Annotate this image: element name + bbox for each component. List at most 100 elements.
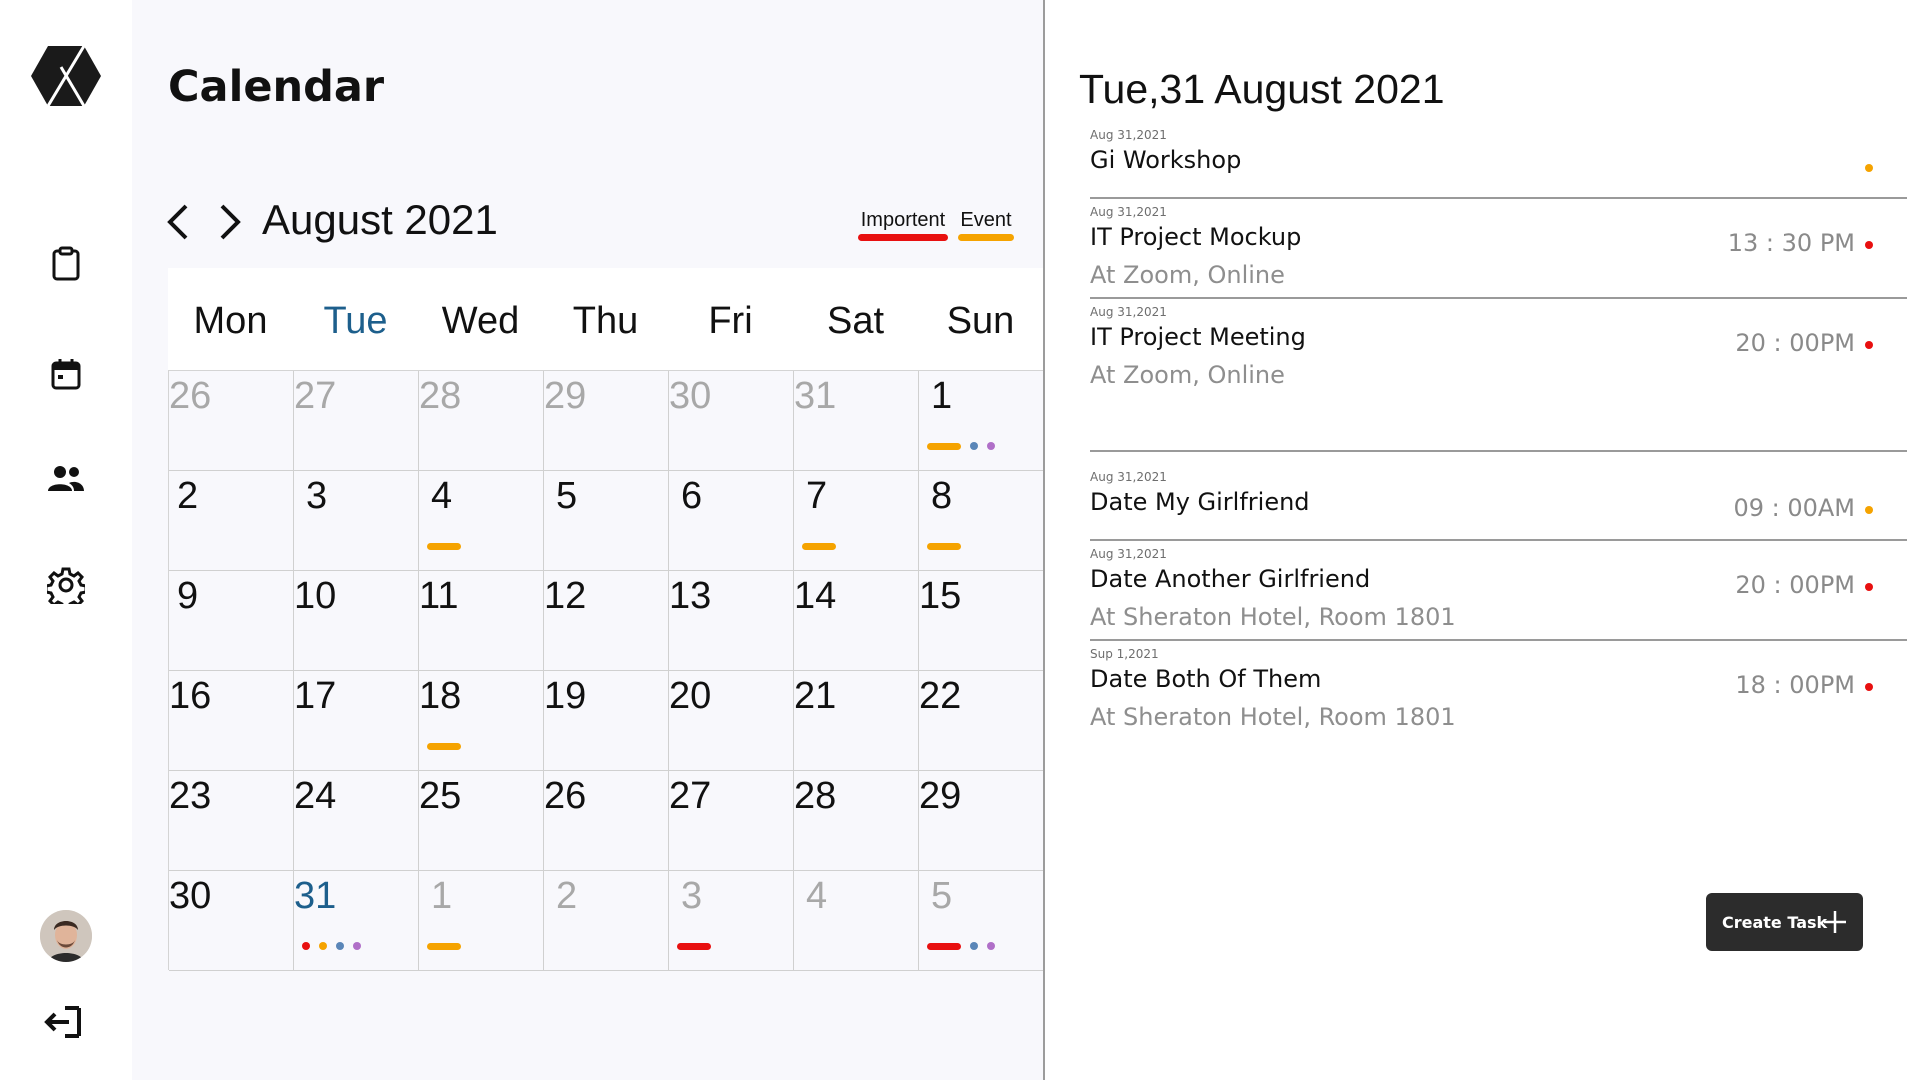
clipboard-icon[interactable] <box>46 244 86 284</box>
calendar-day-cell[interactable]: 13 <box>669 571 794 671</box>
legend-event-label: Event <box>960 209 1012 231</box>
calendar-day-cell[interactable]: 1 <box>419 871 544 971</box>
day-number: 27 <box>294 375 337 417</box>
calendar-day-cell[interactable]: 12 <box>544 571 669 671</box>
event-time: 09 : 00AM <box>1733 494 1855 522</box>
calendar-day-cell[interactable]: 5 <box>919 871 1044 971</box>
calendar-day-cell[interactable]: 3 <box>294 471 419 571</box>
calendar-day-cell[interactable]: 31 <box>294 871 419 971</box>
weekday-sat: Sat <box>826 299 885 342</box>
event-item[interactable]: Aug 31,2021 Gi Workshop <box>1090 128 1907 174</box>
day-markers <box>427 741 461 751</box>
chevron-left-icon[interactable] <box>162 200 194 244</box>
event-dot <box>1865 506 1873 514</box>
people-icon[interactable] <box>46 458 86 498</box>
calendar-day-cell[interactable]: 4 <box>794 871 919 971</box>
calendar-day-cell[interactable]: 30 <box>669 371 794 471</box>
calendar-day-cell[interactable]: 23 <box>169 771 294 871</box>
calendar-day-cell[interactable]: 26 <box>169 371 294 471</box>
calendar-day-cell[interactable]: 24 <box>294 771 419 871</box>
calendar-day-cell[interactable]: 3 <box>669 871 794 971</box>
calendar-day-cell[interactable]: 17 <box>294 671 419 771</box>
day-number: 7 <box>806 475 828 517</box>
calendar-day-cell[interactable]: 29 <box>544 371 669 471</box>
day-number: 1 <box>931 375 953 417</box>
day-number: 24 <box>294 775 337 817</box>
calendar-day-cell[interactable]: 29 <box>919 771 1044 871</box>
calendar-day-cell[interactable]: 5 <box>544 471 669 571</box>
calendar-day-cell[interactable]: 26 <box>544 771 669 871</box>
calendar-day-cell[interactable]: 19 <box>544 671 669 771</box>
hexagon-x-logo[interactable] <box>31 45 101 107</box>
day-number: 2 <box>177 475 199 517</box>
calendar-day-cell[interactable]: 15 <box>919 571 1044 671</box>
calendar-day-cell[interactable]: 21 <box>794 671 919 771</box>
plus-icon <box>1824 911 1846 933</box>
weekday-header: Mon Tue Wed Thu Fri Sat Sun <box>168 268 1043 370</box>
day-number: 31 <box>294 875 337 917</box>
event-name: Gi Workshop <box>1090 146 1242 174</box>
calendar-day-cell[interactable]: 25 <box>419 771 544 871</box>
calendar-day-cell[interactable]: 27 <box>669 771 794 871</box>
page-title: Calendar <box>168 62 385 112</box>
day-number: 5 <box>931 875 953 917</box>
gear-icon[interactable] <box>46 565 86 605</box>
user-avatar[interactable] <box>40 910 92 962</box>
day-number: 20 <box>669 675 712 717</box>
calendar-day-cell[interactable]: 30 <box>169 871 294 971</box>
event-time: 20 : 00PM <box>1735 329 1855 357</box>
day-number: 21 <box>794 675 837 717</box>
calendar-day-cell[interactable]: 4 <box>419 471 544 571</box>
create-task-button[interactable]: Create Task <box>1706 893 1863 951</box>
day-number: 30 <box>169 875 212 917</box>
legend-important-label: Importent <box>860 209 946 231</box>
weekday-fri: Fri <box>708 299 753 342</box>
day-number: 25 <box>419 775 462 817</box>
calendar-day-cell[interactable]: 9 <box>169 571 294 671</box>
calendar-day-cell[interactable]: 11 <box>419 571 544 671</box>
day-number: 15 <box>919 575 962 617</box>
logout-icon[interactable] <box>43 1002 87 1042</box>
calendar-day-cell[interactable]: 31 <box>794 371 919 471</box>
calendar-day-cell[interactable]: 22 <box>919 671 1044 771</box>
event-date: Aug 31,2021 <box>1090 128 1167 142</box>
event-dot-marker <box>970 942 978 950</box>
calendar-day-cell[interactable]: 27 <box>294 371 419 471</box>
event-time: 18 : 00PM <box>1735 671 1855 699</box>
calendar-day-cell[interactable]: 10 <box>294 571 419 671</box>
calendar-day-cell[interactable]: 2 <box>544 871 669 971</box>
day-number: 28 <box>794 775 837 817</box>
day-number: 31 <box>794 375 837 417</box>
event-item[interactable]: Aug 31,2021 IT Project Meeting At Zoom, … <box>1090 305 1907 389</box>
event-time: 20 : 00PM <box>1735 571 1855 599</box>
event-item[interactable]: Aug 31,2021 Date My Girlfriend 09 : 00AM <box>1090 470 1907 522</box>
event-marker <box>927 542 961 550</box>
legend-important-bar <box>858 234 948 241</box>
day-number: 17 <box>294 675 337 717</box>
calendar-day-cell[interactable]: 28 <box>419 371 544 471</box>
event-item[interactable]: Sup 1,2021 Date Both Of Them At Sheraton… <box>1090 647 1907 731</box>
day-markers <box>927 941 995 951</box>
event-item[interactable]: Aug 31,2021 Date Another Girlfriend At S… <box>1090 547 1907 631</box>
event-item[interactable]: Aug 31,2021 IT Project Mockup At Zoom, O… <box>1090 205 1907 289</box>
calendar-day-cell[interactable]: 18 <box>419 671 544 771</box>
calendar-day-cell[interactable]: 28 <box>794 771 919 871</box>
calendar-day-cell[interactable]: 6 <box>669 471 794 571</box>
calendar-day-cell[interactable]: 2 <box>169 471 294 571</box>
calendar-day-cell[interactable]: 20 <box>669 671 794 771</box>
day-number: 4 <box>806 875 828 917</box>
day-markers <box>927 541 961 551</box>
calendar-day-cell[interactable]: 1 <box>919 371 1044 471</box>
calendar-day-cell[interactable]: 14 <box>794 571 919 671</box>
sidebar <box>0 0 132 1080</box>
day-number: 18 <box>419 675 462 717</box>
calendar-day-cell[interactable]: 8 <box>919 471 1044 571</box>
calendar-icon[interactable] <box>46 354 86 394</box>
weekday-thu: Thu <box>572 299 639 342</box>
calendar-day-cell[interactable]: 16 <box>169 671 294 771</box>
chevron-right-icon[interactable] <box>214 200 246 244</box>
day-number: 3 <box>306 475 328 517</box>
create-task-label: Create Task <box>1722 912 1828 932</box>
calendar-day-cell[interactable]: 7 <box>794 471 919 571</box>
day-number: 14 <box>794 575 837 617</box>
